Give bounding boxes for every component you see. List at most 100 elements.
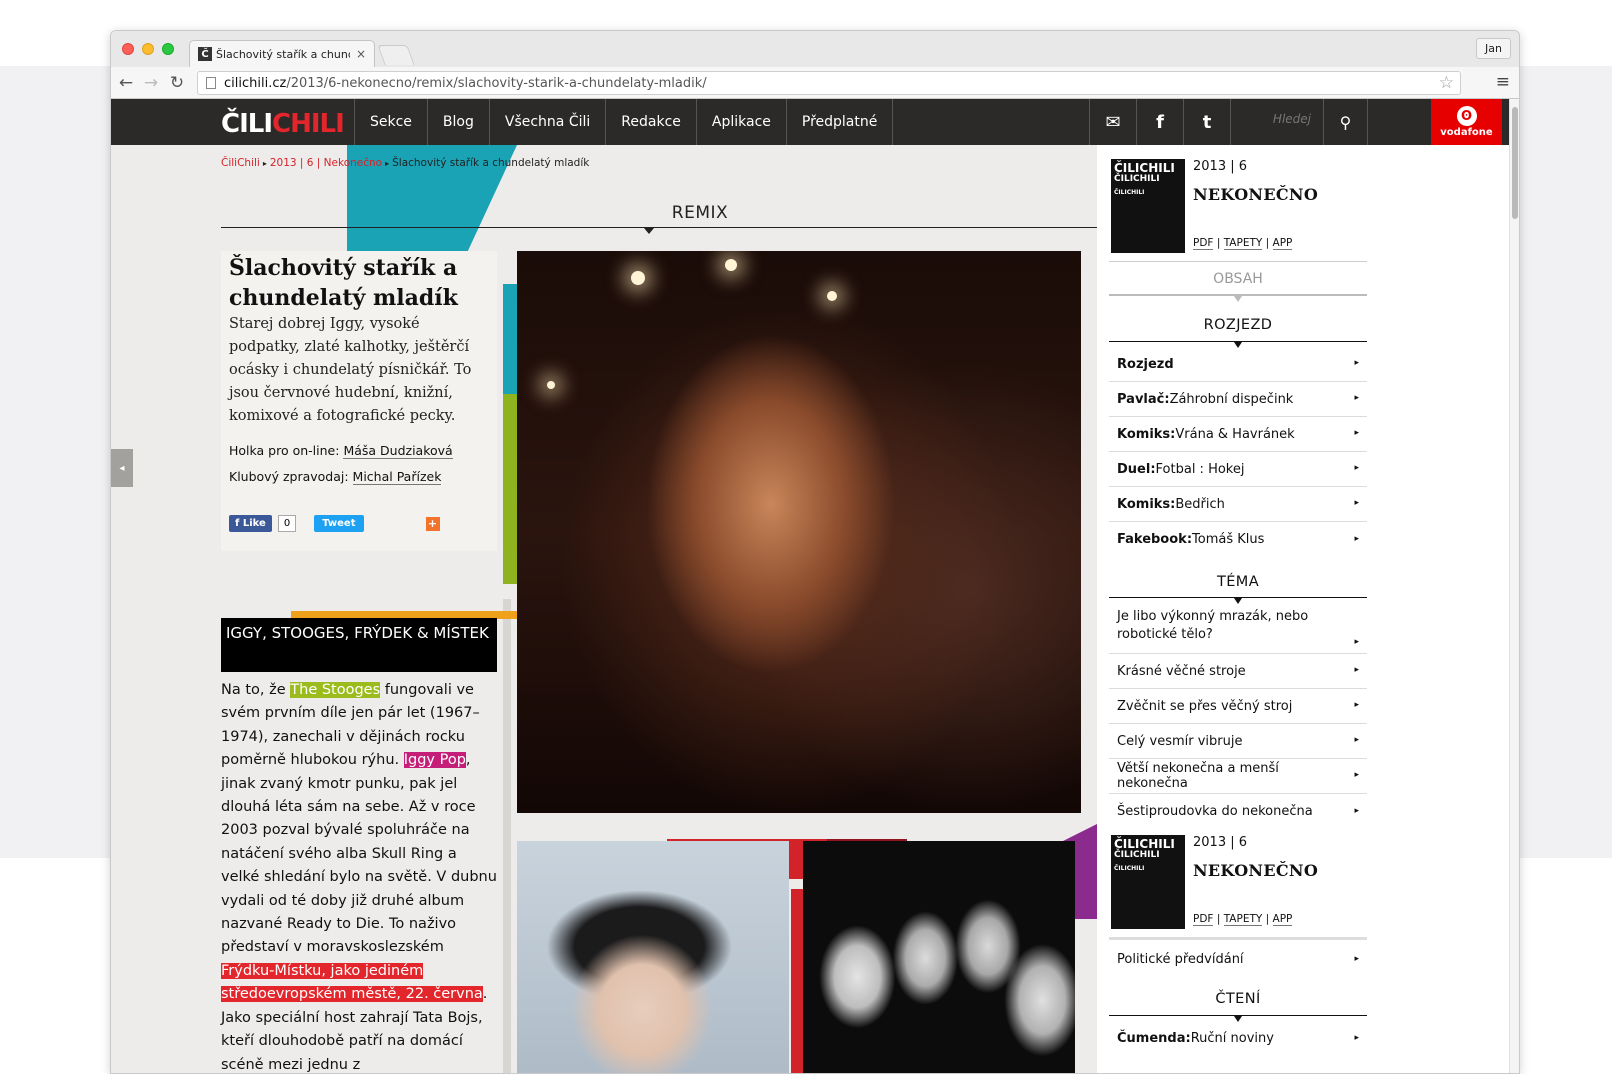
new-tab-button[interactable]: [377, 45, 415, 65]
back-arrow-icon[interactable]: ←: [116, 73, 136, 93]
list-item[interactable]: Duel: Fotbal : Hokej ▸: [1109, 452, 1367, 487]
list-item[interactable]: Fakebook: Tomáš Klus ▸: [1109, 522, 1367, 557]
divider: [1109, 937, 1367, 940]
nav-blog[interactable]: Blog: [428, 99, 490, 145]
nav-aplikace[interactable]: Aplikace: [697, 99, 787, 145]
issue-name[interactable]: NEKONEČNO: [1193, 185, 1318, 204]
url-path: /2013/6-nekonecno/remix/slachovity-stari…: [286, 75, 707, 91]
reload-icon[interactable]: ↻: [167, 73, 187, 93]
collapse-panel-icon[interactable]: ◂: [111, 449, 133, 487]
issue-cover-image[interactable]: ČILICHILI ČILICHILI ČILICHILI: [1111, 835, 1185, 929]
cover-subtitle: ČILICHILI: [1114, 850, 1160, 860]
chevron-right-icon: ▸: [1354, 393, 1359, 403]
facebook-icon[interactable]: f: [1137, 99, 1184, 145]
cover-title: ČILICHILI: [1114, 837, 1175, 851]
highlight-link[interactable]: Frýdku-Místku, jako jediném středoevrops…: [221, 962, 483, 1003]
breadcrumb-separator: ▸: [262, 159, 267, 168]
item-label: Celý vesmír vibruje: [1117, 733, 1243, 749]
item-label: Zvěčnit se přes věčný stroj: [1117, 698, 1293, 714]
cover-title: ČILICHILI: [1114, 161, 1175, 175]
highlight-link[interactable]: The Stooges: [290, 682, 381, 698]
browser-tab[interactable]: Č Šlachovitý stařík a chundelatý mladík …: [189, 40, 375, 67]
chevron-right-icon: ▸: [1354, 770, 1359, 780]
item-label-bold: Komiks:: [1117, 496, 1176, 512]
app-link[interactable]: APP: [1272, 913, 1293, 926]
issue-name[interactable]: NEKONEČNO: [1193, 861, 1318, 880]
newsletter-icon[interactable]: ✉: [1090, 99, 1137, 145]
share-plus-button[interactable]: +: [425, 516, 440, 531]
forward-arrow-icon[interactable]: →: [141, 73, 161, 93]
tema-list: Je libo výkonný mrazák, nebo robotické t…: [1109, 604, 1367, 829]
app-link[interactable]: APP: [1272, 237, 1293, 250]
subsection-heading: IGGY, STOOGES, FRÝDEK & MÍSTEK: [221, 618, 497, 672]
sponsor-logo[interactable]: ʘ vodafone: [1431, 99, 1502, 145]
list-item[interactable]: Politické předvídání ▸: [1109, 942, 1367, 977]
tapety-link[interactable]: TAPETY: [1223, 237, 1263, 250]
breadcrumb-issue[interactable]: 2013 | 6 | Nekonečno: [270, 157, 382, 169]
nav-sekce[interactable]: Sekce: [355, 99, 428, 145]
credit-label: Holka pro on-line:: [229, 443, 340, 458]
boy-photo[interactable]: [517, 841, 789, 1073]
group-heading-cteni: ČTENÍ: [1215, 991, 1261, 1007]
author-link[interactable]: Máša Dudziaková: [343, 443, 453, 459]
item-label-bold: Čumenda:: [1117, 1031, 1191, 1046]
item-label-bold: Komiks:: [1117, 426, 1176, 442]
list-item[interactable]: Komiks: Vrána & Havránek ▸: [1109, 417, 1367, 452]
logo-white-text: ČILI: [221, 109, 273, 139]
main-photo[interactable]: [517, 251, 1081, 813]
browser-menu-icon[interactable]: ≡: [1496, 72, 1510, 92]
pdf-link[interactable]: PDF: [1193, 237, 1214, 250]
scrollbar[interactable]: [1509, 99, 1519, 1073]
tweet-label: Tweet: [322, 518, 356, 529]
profile-button[interactable]: Jan: [1476, 38, 1511, 59]
item-label: Větší nekonečna a menší nekonečna: [1117, 761, 1279, 791]
list-item[interactable]: Je libo výkonný mrazák, nebo robotické t…: [1109, 604, 1367, 654]
stage-light: [631, 271, 645, 285]
nav-redakce[interactable]: Redakce: [606, 99, 697, 145]
nav-predplatne[interactable]: Předplatné: [787, 99, 894, 145]
section-title: REMIX: [671, 203, 729, 223]
issue-meta: 2013 | 6: [1193, 835, 1247, 850]
close-window-button[interactable]: [122, 43, 134, 55]
breadcrumb-home[interactable]: ČiliChili: [221, 157, 260, 169]
item-label: Politické předvídání: [1117, 952, 1244, 967]
tapety-link[interactable]: TAPETY: [1223, 913, 1263, 926]
search-input[interactable]: [1231, 112, 1311, 126]
list-item[interactable]: Pavlač: Záhrobní dispečink ▸: [1109, 382, 1367, 417]
list-item[interactable]: Šestiproudovka do nekonečna ▸: [1109, 794, 1367, 829]
tab-title: Šlachovitý stařík a chundelatý mladík: [216, 47, 350, 61]
list-item[interactable]: Čumenda: Ruční noviny ▸: [1109, 1021, 1367, 1056]
list-item[interactable]: Rozjezd ▸: [1109, 347, 1367, 382]
list-item[interactable]: Celý vesmír vibruje ▸: [1109, 724, 1367, 759]
minimize-window-button[interactable]: [142, 43, 154, 55]
url-input[interactable]: cilichili.cz/2013/6-nekonecno/remix/slac…: [197, 71, 1461, 95]
list-item[interactable]: Větší nekonečna a menší nekonečna ▸: [1109, 759, 1367, 794]
item-label: Fotbal : Hokej: [1155, 461, 1245, 477]
pdf-link[interactable]: PDF: [1193, 913, 1214, 926]
highlight-link[interactable]: Iggy Pop: [403, 752, 466, 769]
issue-card[interactable]: ČILICHILI ČILICHILI ČILICHILI 2013 | 6 NEK…: [1111, 835, 1371, 931]
breadcrumb-current: Šlachovitý stařík a chundelatý mladík: [392, 157, 590, 169]
bookmark-star-icon[interactable]: ☆: [1439, 73, 1454, 93]
facebook-like-button[interactable]: f Like: [229, 515, 272, 532]
band-photo[interactable]: [803, 841, 1075, 1073]
issue-card[interactable]: ČILICHILI ČILICHILI ČILICHILI 2013 | 6 NEK…: [1111, 159, 1371, 255]
author-link[interactable]: Michal Pařízek: [352, 469, 442, 485]
tweet-button[interactable]: Tweet: [314, 515, 364, 532]
issue-cover-image[interactable]: ČILICHILI ČILICHILI ČILICHILI: [1111, 159, 1185, 253]
twitter-icon[interactable]: t: [1184, 99, 1231, 145]
item-label: Tomáš Klus: [1192, 532, 1265, 547]
share-bar: f Like 0 Tweet +: [229, 515, 440, 532]
nav-vsechna-cili[interactable]: Všechna Čili: [490, 99, 607, 145]
scrollbar-thumb[interactable]: [1512, 107, 1518, 219]
list-item[interactable]: Krásné věčné stroje ▸: [1109, 654, 1367, 689]
divider: [1109, 261, 1367, 262]
zoom-window-button[interactable]: [162, 43, 174, 55]
site-header: ČILICHILI Sekce Blog Všechna Čili Redakc…: [111, 99, 1509, 145]
list-item[interactable]: Komiks: Bedřich ▸: [1109, 487, 1367, 522]
list-item[interactable]: Zvěčnit se přes věčný stroj ▸: [1109, 689, 1367, 724]
search-icon[interactable]: ⚲: [1323, 99, 1368, 145]
close-tab-icon[interactable]: ×: [356, 47, 366, 61]
decor-gray-column: [503, 599, 511, 1073]
site-logo[interactable]: ČILICHILI: [221, 109, 345, 139]
